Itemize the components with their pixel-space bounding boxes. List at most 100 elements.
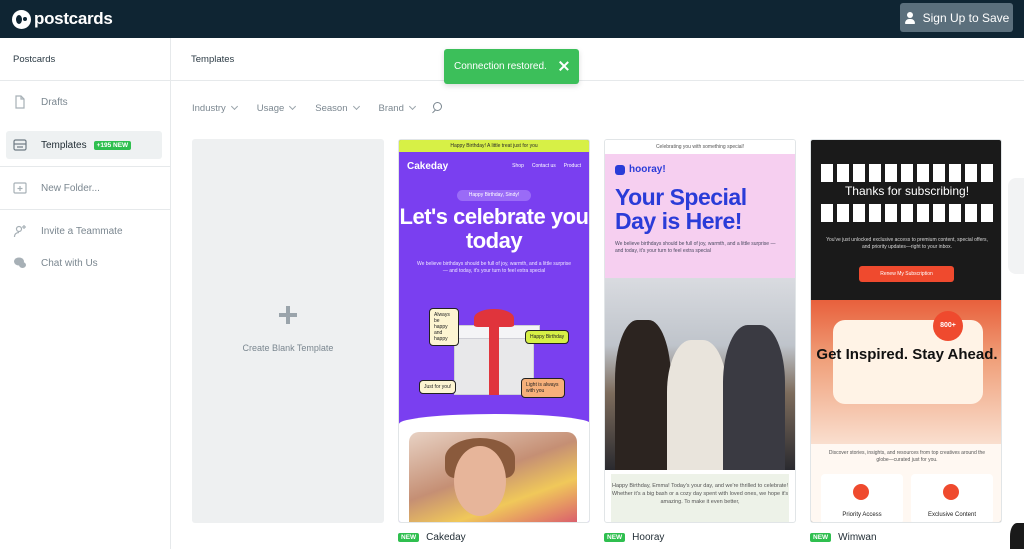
chevron-down-icon — [289, 102, 297, 111]
email-nav: Cakeday Shop Contact us Product — [399, 152, 589, 180]
template-card-hooray[interactable]: Celebrating you with something special! … — [604, 139, 796, 523]
email-nav-links: Shop Contact us Product — [512, 163, 581, 169]
photo-person — [667, 340, 727, 470]
email-headline: Let's celebrate you today — [399, 204, 589, 253]
sidebar-item-drafts[interactable]: Drafts — [6, 88, 162, 116]
filter-label: Season — [315, 102, 348, 114]
template-card-cakeday[interactable]: Happy Birthday! A little treat just for … — [398, 139, 590, 523]
user-icon — [904, 11, 916, 24]
filter-usage[interactable]: Usage — [256, 102, 297, 114]
poster-text: Get Inspired. Stay Ahead. — [816, 346, 998, 363]
divider — [0, 209, 170, 210]
sidebar-item-label: Templates — [41, 139, 87, 151]
close-icon[interactable] — [558, 60, 570, 72]
email-brand: Cakeday — [407, 160, 449, 172]
gift-bow — [474, 309, 514, 327]
template-name[interactable]: Hooray — [632, 532, 664, 543]
sidebar-item-label: Chat with Us — [41, 257, 98, 269]
divider — [171, 80, 1024, 81]
sidebar-item-invite[interactable]: Invite a Teammate — [6, 217, 162, 245]
templates-icon — [13, 138, 27, 152]
star-icon — [943, 484, 959, 500]
tile-label: Priority Access — [842, 512, 882, 518]
logo[interactable]: postcards — [12, 9, 113, 29]
filter-label: Usage — [256, 102, 285, 114]
email-description: Discover stories, insights, and resource… — [828, 450, 986, 463]
folder-plus-icon — [13, 181, 27, 195]
hooray-logo-icon — [615, 164, 625, 175]
filter-label: Industry — [192, 102, 226, 114]
divider — [0, 166, 170, 167]
email-footer-text: Happy Birthday, Emma! Today's your day, … — [611, 474, 789, 522]
sidebar-title: Postcards — [13, 54, 56, 65]
search-icon[interactable] — [431, 102, 443, 114]
filter-brand[interactable]: Brand — [378, 102, 416, 114]
email-body: We believe birthdays should be full of j… — [615, 241, 776, 254]
chevron-down-icon — [408, 102, 416, 111]
email-body: You've just unlocked exclusive access to… — [826, 237, 988, 250]
sidebar-item-templates[interactable]: Templates +195 NEW — [6, 131, 162, 159]
plus-icon — [279, 306, 297, 324]
new-badge: NEW — [604, 533, 626, 542]
filter-bar: Industry Usage Season Brand — [192, 102, 443, 114]
logo-text: postcards — [34, 9, 113, 28]
filter-label: Brand — [378, 102, 404, 114]
gift-ribbon — [489, 325, 499, 395]
filter-industry[interactable]: Industry — [192, 102, 238, 114]
sticker: Light is always with you — [521, 378, 565, 398]
divider — [0, 80, 170, 81]
template-name[interactable]: Cakeday — [426, 532, 465, 543]
chevron-down-icon — [230, 102, 238, 111]
sidebar-item-label: Invite a Teammate — [41, 225, 123, 237]
sidebar-item-label: New Folder... — [41, 182, 100, 194]
photo-face — [454, 446, 506, 516]
email-hero: hooray! Your Special Day is Here! We bel… — [605, 154, 795, 278]
template-caption-cakeday: NEW Cakeday — [398, 532, 466, 543]
chat-launcher-peek[interactable] — [1010, 523, 1024, 549]
sign-up-label: Sign Up to Save — [922, 10, 1010, 25]
new-templates-badge: +195 NEW — [93, 140, 132, 150]
new-badge: NEW — [810, 533, 832, 542]
email-body: We believe birthdays should be full of j… — [416, 261, 572, 274]
email-brand: hooray! — [629, 164, 666, 175]
next-card-peek — [1008, 178, 1024, 274]
email-headline: Your Special Day is Here! — [615, 184, 747, 234]
filter-season[interactable]: Season — [315, 102, 360, 114]
email-brand-row: hooray! — [615, 164, 785, 175]
template-caption-hooray: NEW Hooray — [604, 532, 664, 543]
email-pill: Happy Birthday, Sindy! — [457, 190, 531, 201]
email-ribbon: Happy Birthday! A little treat just for … — [399, 140, 589, 152]
email-ribbon: Celebrating you with something special! — [605, 140, 795, 154]
decorative-stripes — [821, 204, 993, 222]
template-name[interactable]: Wimwan — [838, 532, 876, 543]
sidebar-item-chat[interactable]: Chat with Us — [6, 249, 162, 277]
top-bar: postcards Sign Up to Save — [0, 0, 1024, 38]
toast-notification: Connection restored. — [444, 49, 579, 84]
sign-up-button[interactable]: Sign Up to Save — [900, 3, 1013, 32]
sidebar-item-label: Drafts — [41, 96, 68, 108]
feature-tile: Priority Access — [821, 474, 903, 522]
woman-photo — [409, 432, 577, 522]
sticker: Happy Birthday — [525, 330, 570, 344]
email-headline: Thanks for subscribing! — [844, 184, 970, 198]
sticker: Just for you! — [419, 380, 457, 394]
photo-person — [723, 325, 785, 470]
photo-person — [615, 320, 671, 470]
template-card-wimwan[interactable]: Thanks for subscribing! You've just unlo… — [810, 139, 1002, 523]
chevron-down-icon — [352, 102, 360, 111]
new-badge: NEW — [398, 533, 420, 542]
friends-photo — [605, 278, 795, 470]
sidebar: Postcards Drafts Templates +195 NEW New … — [0, 38, 171, 549]
star-icon — [853, 484, 869, 500]
page-title: Templates — [191, 54, 235, 65]
sidebar-item-new-folder[interactable]: New Folder... — [6, 174, 162, 202]
document-icon — [13, 95, 27, 109]
email-nav-link: Contact us — [531, 163, 556, 169]
feature-tile: Exclusive Content — [911, 474, 993, 522]
email-nav-link: Product — [563, 163, 581, 169]
create-blank-template-card[interactable]: Create Blank Template — [192, 139, 384, 523]
template-caption-wimwan: NEW Wimwan — [810, 532, 877, 543]
tile-label: Exclusive Content — [927, 512, 977, 518]
sticker: Always be happy and happy — [429, 308, 459, 346]
email-cta-button: Renew My Subscription — [859, 266, 954, 282]
